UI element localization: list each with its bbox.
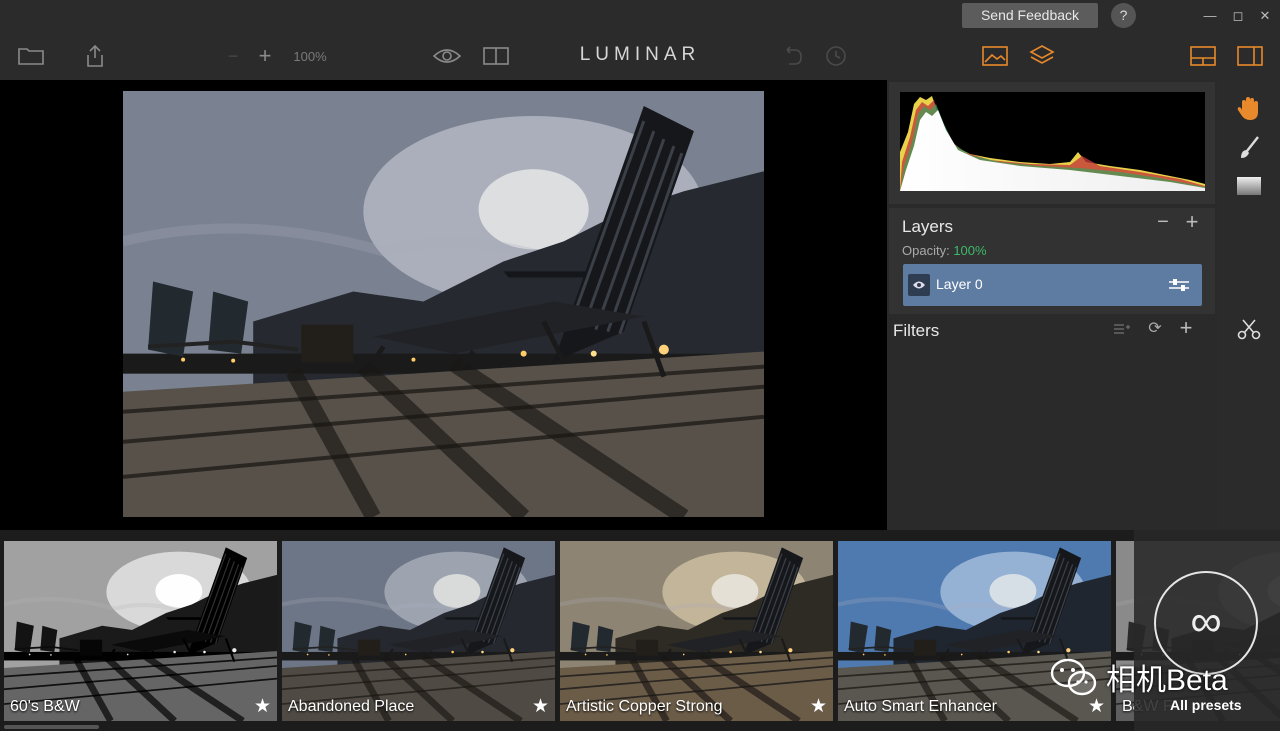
zoom-in-icon[interactable]: +: [254, 42, 276, 70]
opacity-value: 100%: [953, 243, 987, 258]
preset-label: Auto Smart Enhancer: [844, 698, 997, 715]
remove-layer-icon[interactable]: −: [1153, 212, 1173, 232]
hand-tool-icon[interactable]: [1236, 96, 1262, 122]
erase-cut-tool-icon[interactable]: [1237, 318, 1261, 340]
layer-settings-icon[interactable]: [1168, 277, 1190, 293]
preset-thumbnail[interactable]: Artistic Copper Strong ★: [560, 541, 833, 721]
histogram: [900, 92, 1205, 191]
gradient-tool-icon[interactable]: [1237, 177, 1261, 195]
close-button[interactable]: ✕: [1255, 6, 1275, 26]
main-photo[interactable]: [123, 91, 764, 517]
main-toolbar: − + 100% LUMINAR: [0, 32, 1280, 80]
minimize-button[interactable]: —: [1200, 6, 1220, 26]
filter-list-icon[interactable]: [1113, 322, 1133, 338]
layer-visibility-eye-icon[interactable]: [908, 274, 930, 296]
preset-thumbnail[interactable]: 60's B&W ★: [4, 541, 277, 721]
zoom-level[interactable]: 100%: [290, 42, 330, 70]
add-layer-icon[interactable]: +: [1182, 211, 1202, 233]
wechat-logo-icon: [1050, 658, 1097, 696]
share-export-icon[interactable]: [82, 42, 108, 70]
compare-split-icon[interactable]: [481, 42, 511, 70]
preset-thumbnail[interactable]: Abandoned Place ★: [282, 541, 555, 721]
open-folder-icon[interactable]: [16, 42, 46, 70]
layer-item[interactable]: Layer 0: [903, 264, 1202, 306]
preview-eye-icon[interactable]: [432, 42, 462, 70]
zoom-out-icon[interactable]: −: [222, 42, 244, 70]
side-panel-toggle-icon[interactable]: [1235, 42, 1265, 70]
opacity-label: Opacity:: [902, 243, 950, 258]
title-bar: Send Feedback ? — ◻ ✕: [0, 0, 1280, 32]
history-icon[interactable]: [824, 42, 848, 70]
refresh-filters-icon[interactable]: ⟳: [1146, 320, 1164, 338]
layers-title: Layers: [902, 217, 954, 236]
tools-sidebar: [1217, 80, 1280, 530]
wechat-watermark: 相机Beta: [1050, 655, 1228, 699]
add-filter-icon[interactable]: +: [1176, 317, 1196, 339]
favorite-star-icon[interactable]: ★: [532, 695, 549, 718]
brush-tool-icon[interactable]: [1238, 136, 1260, 160]
image-view-icon[interactable]: [980, 42, 1010, 70]
filmstrip-toggle-icon[interactable]: [1188, 42, 1218, 70]
app-logo: LUMINAR: [579, 44, 701, 65]
layer-name: Layer 0: [936, 276, 983, 292]
help-button[interactable]: ?: [1111, 3, 1136, 28]
presets-scrollbar[interactable]: [4, 725, 99, 729]
favorite-star-icon[interactable]: ★: [810, 695, 827, 718]
send-feedback-button[interactable]: Send Feedback: [962, 3, 1098, 28]
layers-icon[interactable]: [1027, 42, 1057, 70]
filters-title: Filters: [893, 321, 940, 340]
all-presets-label[interactable]: All presets: [1170, 697, 1242, 713]
preset-label: Artistic Copper Strong: [566, 698, 723, 715]
favorite-star-icon[interactable]: ★: [254, 695, 271, 718]
undo-icon[interactable]: [780, 42, 804, 70]
layer-opacity[interactable]: Opacity: 100%: [902, 243, 987, 258]
watermark-text: 相机Beta: [1106, 664, 1228, 697]
preset-label: 60's B&W: [10, 698, 80, 715]
maximize-button[interactable]: ◻: [1228, 6, 1248, 26]
preset-label: Abandoned Place: [288, 698, 415, 715]
